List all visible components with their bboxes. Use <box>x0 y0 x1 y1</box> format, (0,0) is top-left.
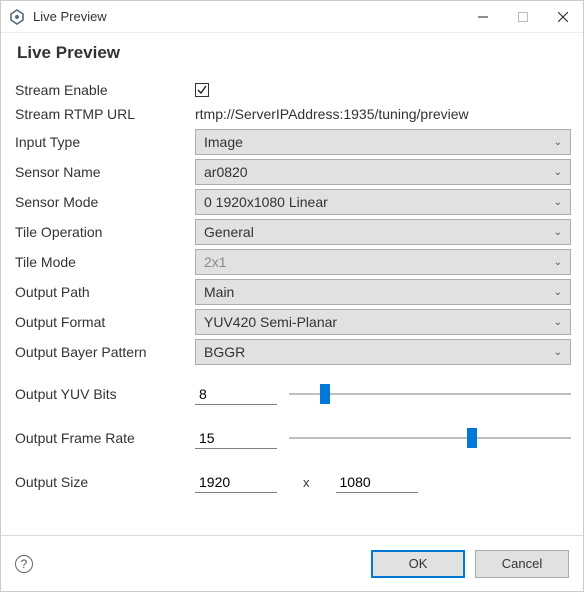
output-yuv-bits-slider[interactable] <box>289 384 571 404</box>
minimize-button[interactable] <box>463 1 503 33</box>
dialog-footer: ? OK Cancel <box>1 535 583 591</box>
chevron-down-icon: ⌄ <box>554 197 562 208</box>
chevron-down-icon: ⌄ <box>554 317 562 328</box>
stream-enable-checkbox[interactable] <box>195 83 209 97</box>
maximize-button[interactable] <box>503 1 543 33</box>
chevron-down-icon: ⌄ <box>554 287 562 298</box>
output-frame-rate-label: Output Frame Rate <box>13 430 195 446</box>
stream-rtmp-url-label: Stream RTMP URL <box>13 106 195 122</box>
chevron-down-icon: ⌄ <box>554 227 562 238</box>
input-type-label: Input Type <box>13 134 195 150</box>
output-bayer-pattern-label: Output Bayer Pattern <box>13 344 195 360</box>
cancel-button[interactable]: Cancel <box>475 550 569 578</box>
stream-rtmp-url-value[interactable]: rtmp://ServerIPAddress:1935/tuning/previ… <box>195 106 469 122</box>
window-title: Live Preview <box>33 9 463 24</box>
tile-mode-label: Tile Mode <box>13 254 195 270</box>
sensor-mode-label: Sensor Mode <box>13 194 195 210</box>
help-icon[interactable]: ? <box>15 555 33 573</box>
output-yuv-bits-input[interactable] <box>195 384 277 405</box>
output-format-label: Output Format <box>13 314 195 330</box>
output-frame-rate-input[interactable] <box>195 428 277 449</box>
slider-thumb[interactable] <box>320 384 330 404</box>
output-size-height-input[interactable] <box>336 472 418 493</box>
output-size-label: Output Size <box>13 474 195 490</box>
output-frame-rate-slider[interactable] <box>289 428 571 448</box>
output-format-select[interactable]: YUV420 Semi-Planar ⌄ <box>195 309 571 335</box>
app-icon <box>9 9 25 25</box>
output-path-label: Output Path <box>13 284 195 300</box>
chevron-down-icon: ⌄ <box>554 167 562 178</box>
sensor-name-label: Sensor Name <box>13 164 195 180</box>
tile-operation-label: Tile Operation <box>13 224 195 240</box>
slider-thumb[interactable] <box>467 428 477 448</box>
page-title: Live Preview <box>1 33 583 79</box>
tile-operation-select[interactable]: General ⌄ <box>195 219 571 245</box>
ok-button[interactable]: OK <box>371 550 465 578</box>
output-size-separator: x <box>303 475 310 490</box>
tile-mode-select: 2x1 ⌄ <box>195 249 571 275</box>
stream-enable-label: Stream Enable <box>13 82 195 98</box>
chevron-down-icon: ⌄ <box>554 347 562 358</box>
sensor-name-select[interactable]: ar0820 ⌄ <box>195 159 571 185</box>
output-size-width-input[interactable] <box>195 472 277 493</box>
output-path-select[interactable]: Main ⌄ <box>195 279 571 305</box>
output-bayer-pattern-select[interactable]: BGGR ⌄ <box>195 339 571 365</box>
input-type-select[interactable]: Image ⌄ <box>195 129 571 155</box>
settings-panel: Stream Enable Stream RTMP URL rtmp://Ser… <box>1 79 583 521</box>
chevron-down-icon: ⌄ <box>554 137 562 148</box>
titlebar: Live Preview <box>1 1 583 33</box>
sensor-mode-select[interactable]: 0 1920x1080 Linear ⌄ <box>195 189 571 215</box>
output-yuv-bits-label: Output YUV Bits <box>13 386 195 402</box>
chevron-down-icon: ⌄ <box>554 257 562 268</box>
close-button[interactable] <box>543 1 583 33</box>
